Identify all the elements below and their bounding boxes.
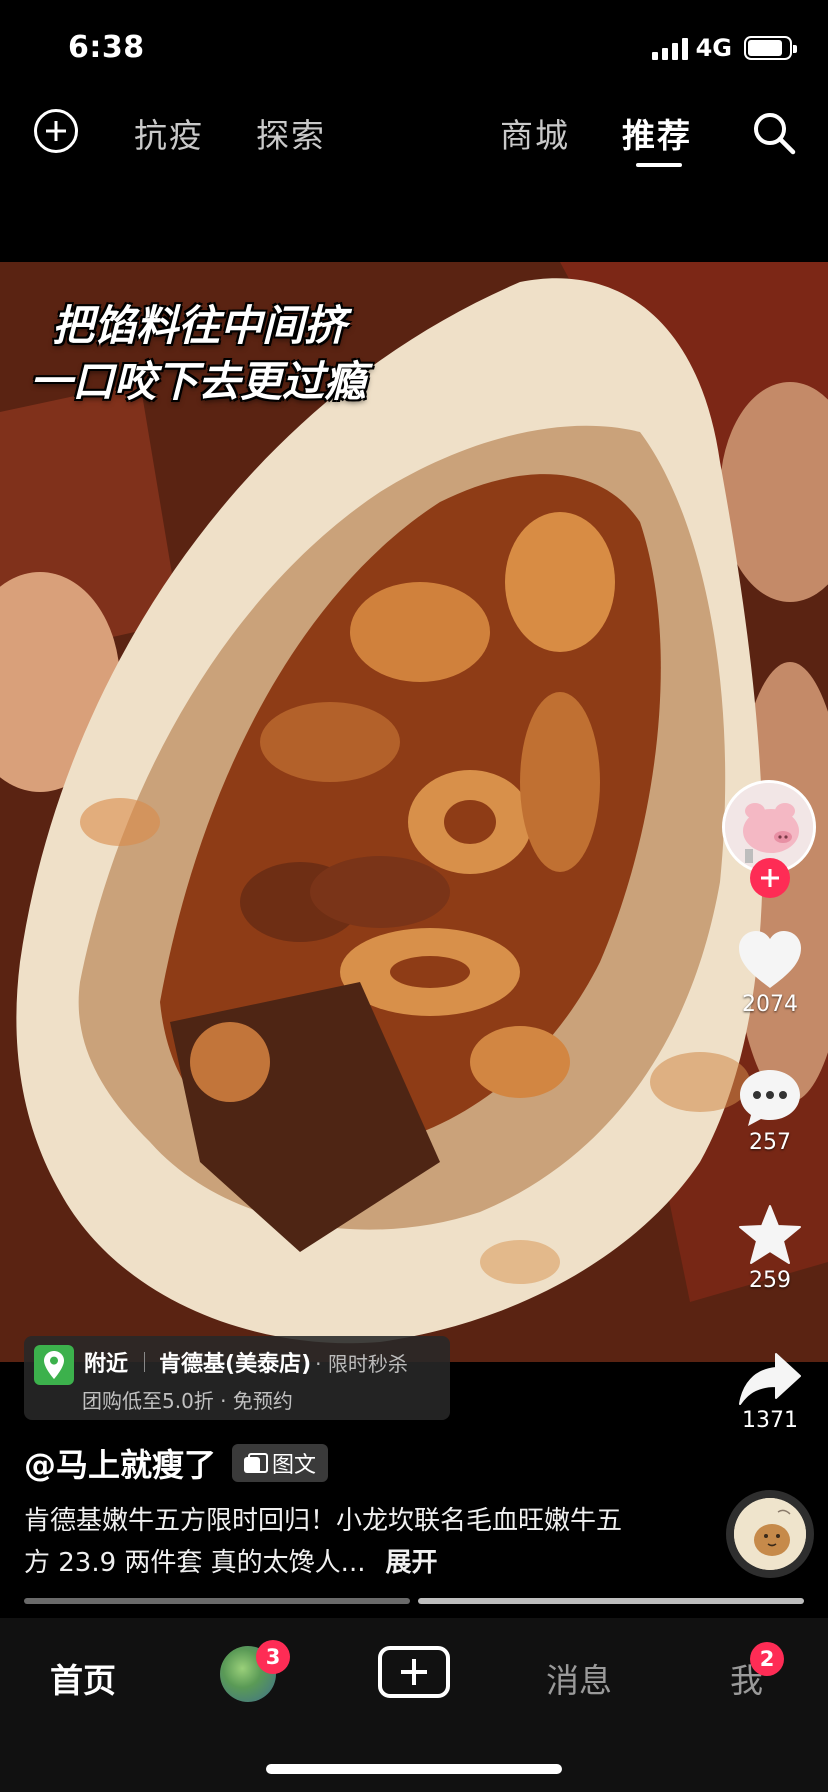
caption-line-2: 一口咬下去更过瘾: [30, 357, 367, 406]
friends-badge: 3: [256, 1640, 290, 1674]
images-icon: [244, 1453, 269, 1473]
share-icon: [739, 1353, 801, 1405]
post-type-badge: 图文: [232, 1444, 329, 1482]
active-tab-indicator: [636, 163, 682, 167]
top-nav: 抗疫 探索 商城 推荐: [0, 95, 828, 170]
post-image[interactable]: 把馅料往中间挤 一口咬下去更过瘾: [0, 262, 828, 1362]
music-disc[interactable]: [726, 1490, 814, 1578]
tab-messages[interactable]: 消息: [546, 1654, 612, 1702]
post-type-label: 图文: [272, 1453, 317, 1478]
status-bar: 6:38 4G: [0, 0, 828, 90]
create-button[interactable]: [378, 1646, 450, 1698]
location-pin-icon: [34, 1345, 74, 1385]
food-illustration: [0, 262, 828, 1362]
location-label: 附近: [84, 1352, 129, 1377]
battery-icon: [744, 36, 797, 60]
author-name[interactable]: @马上就瘦了: [24, 1440, 216, 1486]
description-text: 肯德基嫩牛五方限时回归！小龙坎联名毛血旺嫩牛五方 23.9 两件套 真的太馋人.…: [24, 1506, 623, 1578]
location-card[interactable]: 附近 肯德基(美泰店) · 限时秒杀 团购低至5.0折 · 免预约: [24, 1336, 450, 1420]
page-segment: [418, 1598, 804, 1604]
post-description[interactable]: 肯德基嫩牛五方限时回归！小龙坎联名毛血旺嫩牛五方 23.9 两件套 真的太馋人.…: [24, 1500, 644, 1584]
location-row: 附近 肯德基(美泰店) · 限时秒杀: [84, 1346, 408, 1378]
heart-icon: [739, 931, 801, 988]
me-badge: 2: [750, 1642, 784, 1676]
divider: [144, 1352, 146, 1372]
status-time: 6:38: [68, 30, 145, 65]
network-label: 4G: [695, 34, 732, 62]
share-action[interactable]: 1371: [722, 1352, 818, 1433]
comment-action[interactable]: 257: [722, 1068, 818, 1155]
overlay-caption: 把馅料往中间挤 一口咬下去更过瘾: [30, 298, 366, 410]
star-icon: [739, 1205, 801, 1264]
caption-line-1: 把馅料往中间挤: [52, 301, 347, 350]
favorite-count: 259: [749, 1268, 791, 1293]
promo-text: · 限时秒杀: [315, 1351, 408, 1376]
tab-mall[interactable]: 商城: [500, 109, 570, 157]
search-icon[interactable]: [750, 109, 798, 157]
status-indicators: 4G: [651, 34, 797, 62]
signal-icon: [651, 36, 688, 60]
tab-kangyi[interactable]: 抗疫: [134, 109, 204, 157]
comment-icon: [740, 1070, 800, 1126]
like-count: 2074: [742, 992, 798, 1017]
tab-recommend[interactable]: 推荐: [622, 109, 692, 157]
page-indicator: [24, 1598, 804, 1604]
favorite-action[interactable]: 259: [722, 1204, 818, 1293]
author-row: @马上就瘦了 图文: [24, 1440, 329, 1486]
music-cover: [734, 1498, 806, 1570]
expand-button[interactable]: 展开: [385, 1548, 437, 1578]
shop-name: 肯德基(美泰店): [159, 1352, 312, 1377]
deal-text: 团购低至5.0折 · 免预约: [82, 1389, 293, 1413]
share-count: 1371: [742, 1408, 798, 1433]
tab-home[interactable]: 首页: [50, 1654, 116, 1702]
add-icon[interactable]: [34, 109, 78, 153]
tab-explore[interactable]: 探索: [256, 109, 326, 157]
like-action[interactable]: 2074: [722, 930, 818, 1017]
page-segment: [24, 1598, 410, 1604]
comment-count: 257: [749, 1130, 791, 1155]
follow-button[interactable]: [750, 858, 790, 898]
home-indicator: [266, 1764, 562, 1774]
